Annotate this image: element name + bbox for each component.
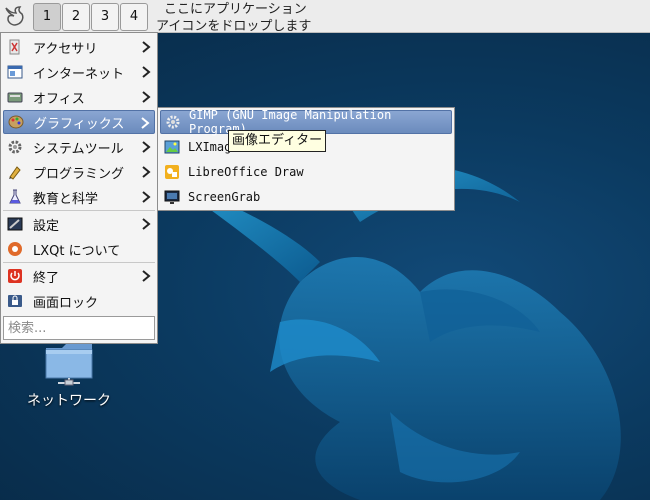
libreoffice-draw-icon — [165, 165, 179, 179]
desktop-icon-label[interactable]: ネットワーク — [10, 390, 128, 410]
submenu-item-screengrab[interactable]: ScreenGrab — [160, 185, 452, 209]
chevron-right-icon — [141, 117, 150, 129]
menu-item-programming[interactable]: プログラミング — [3, 160, 155, 184]
settings-icon — [7, 217, 23, 231]
programming-icon — [9, 166, 21, 180]
menu-item-graphics[interactable]: グラフィックス — [3, 110, 155, 134]
menu-separator — [3, 210, 155, 211]
screengrab-icon — [164, 190, 180, 204]
top-panel: 1 2 3 4 ここにアプリケーション アイコンをドロップします — [0, 0, 650, 34]
submenu-item-libreoffice-draw[interactable]: LibreOffice Draw — [160, 160, 452, 184]
menu-item-office[interactable]: オフィス — [3, 85, 155, 109]
menu-item-accessories[interactable]: アクセサリ — [3, 35, 155, 59]
menu-separator — [3, 262, 155, 263]
office-icon — [7, 92, 23, 103]
graphics-submenu: GIMP (GNU Image Manipulation Program) LX… — [157, 107, 455, 211]
leave-icon — [8, 269, 22, 283]
accessories-icon — [9, 39, 20, 55]
lock-screen-icon — [8, 295, 22, 307]
graphics-icon — [8, 115, 24, 129]
desktop-switch-2[interactable]: 2 — [62, 3, 90, 31]
main-menu-button[interactable] — [2, 3, 28, 29]
quicklaunch-drop-hint-line2: アイコンをドロップします — [156, 19, 312, 34]
menu-item-system-tools[interactable]: システムツール — [3, 135, 155, 159]
chevron-right-icon — [142, 191, 151, 203]
menu-item-lock-screen[interactable]: 画面ロック — [3, 289, 155, 313]
chevron-right-icon — [142, 166, 151, 178]
chevron-right-icon — [142, 270, 151, 282]
system-tools-icon — [8, 140, 22, 154]
internet-icon — [7, 65, 23, 79]
menu-item-about-lxqt[interactable]: LXQt について — [3, 237, 155, 261]
gimp-icon — [166, 115, 180, 129]
menu-item-leave[interactable]: 終了 — [3, 264, 155, 288]
chevron-right-icon — [142, 91, 151, 103]
chevron-right-icon — [142, 218, 151, 230]
about-lxqt-icon — [8, 242, 22, 256]
menu-item-internet[interactable]: インターネット — [3, 60, 155, 84]
desktop-switch-3[interactable]: 3 — [91, 3, 119, 31]
desktop-switch-1[interactable]: 1 — [33, 3, 61, 31]
network-folder-icon[interactable] — [44, 340, 94, 386]
chevron-right-icon — [142, 66, 151, 78]
education-icon — [9, 189, 21, 204]
menu-search-input[interactable] — [3, 316, 155, 340]
desktop-switch-4[interactable]: 4 — [120, 3, 148, 31]
chevron-right-icon — [142, 141, 151, 153]
chevron-right-icon — [142, 41, 151, 53]
menu-item-settings[interactable]: 設定 — [3, 212, 155, 236]
menu-item-education[interactable]: 教育と科学 — [3, 185, 155, 209]
main-menu: アクセサリ インターネット オフィス グラフィックス システムツール プログラミ… — [0, 32, 158, 344]
lximage-icon — [164, 140, 180, 154]
tooltip: 画像エディター — [228, 130, 326, 152]
